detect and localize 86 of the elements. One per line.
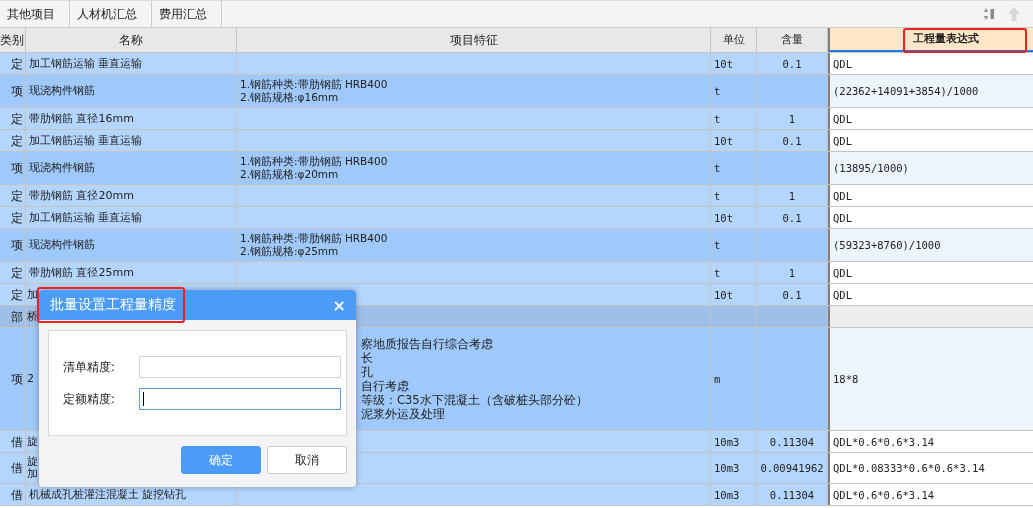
table-cell: 1	[788, 111, 796, 126]
table-cell: m	[714, 372, 721, 386]
table-cell: 定	[0, 207, 26, 228]
table-cell: 加工钢筋运输 垂直运输	[29, 133, 143, 148]
table-cell[interactable]: QDL	[828, 185, 1033, 206]
field-label: 清单精度:	[63, 358, 117, 376]
table-cell[interactable]: QDL*0.6*0.6*3.14	[828, 431, 1033, 452]
table-cell: 10t	[714, 210, 733, 225]
table-cell: 0.11304	[769, 487, 815, 502]
input-field[interactable]	[139, 356, 341, 378]
table-cell: 机械成孔桩灌注混凝土 旋挖钻孔	[29, 487, 187, 502]
table-cell: 项	[0, 152, 26, 184]
dialog-title: 批量设置工程量精度	[50, 296, 176, 314]
table-cell: 1	[788, 188, 796, 203]
table-cell: 加	[27, 288, 38, 301]
table-cell: 1.钢筋种类:带肋钢筋 HRB400 2.钢筋规格:φ16mm	[240, 78, 388, 104]
table-cell[interactable]: QDL	[828, 284, 1033, 305]
table-cell: 旋加	[27, 456, 38, 480]
table-cell: 10t	[714, 56, 733, 71]
table-cell: 现浇构件钢筋	[29, 84, 95, 98]
table-cell[interactable]: 18*8	[828, 328, 1033, 430]
table-cell: 定	[0, 53, 26, 74]
table-cell[interactable]: QDL	[828, 207, 1033, 228]
table-cell: t	[714, 188, 721, 203]
column-header[interactable]: 工程量表达式	[828, 28, 1033, 52]
table-cell: 定	[0, 130, 26, 151]
table-cell: 10t	[714, 133, 733, 148]
column-header[interactable]: 类别	[0, 28, 26, 52]
table-cell-text: 2	[27, 373, 35, 385]
table-cell: 0.00941962	[760, 461, 824, 475]
table-cell: 10m3	[714, 487, 740, 502]
cancel-button[interactable]: 取消	[267, 446, 347, 474]
table-cell[interactable]: QDL	[828, 130, 1033, 151]
table-cell[interactable]: (22362+14091+3854)/1000	[828, 75, 1033, 107]
column-header[interactable]: 项目特征	[237, 28, 711, 52]
table-cell: t	[714, 84, 721, 98]
table-cell: 1.钢筋种类:带肋钢筋 HRB400 2.钢筋规格:φ25mm	[240, 232, 388, 258]
table-cell: 10t	[714, 287, 733, 302]
table-cell[interactable]: (13895/1000)	[828, 152, 1033, 184]
table-cell: 1.钢筋种类:带肋钢筋 HRB400 2.钢筋规格:φ20mm	[240, 155, 388, 181]
table-cell: t	[714, 111, 721, 126]
table-cell[interactable]: QDL*0.08333*0.6*0.6*3.14	[828, 453, 1033, 483]
table-cell: 1	[788, 265, 796, 280]
table-cell: 0.11304	[769, 434, 815, 449]
table-cell: t	[714, 265, 721, 280]
field-label: 定额精度:	[63, 390, 117, 408]
table-cell: 现浇构件钢筋	[29, 161, 95, 175]
table-cell: 借	[0, 453, 26, 483]
table-cell: 加工钢筋运输 垂直运输	[29, 210, 143, 225]
table-cell: 部	[0, 306, 26, 327]
table-cell: 定	[0, 108, 26, 129]
table-cell: 0.1	[782, 56, 802, 71]
table-cell: 借	[0, 431, 26, 452]
table-cell: 项	[0, 75, 26, 107]
table-cell: 借	[0, 484, 26, 505]
table-cell: 定	[0, 185, 26, 206]
table-cell[interactable]: QDL	[828, 262, 1033, 283]
table-cell[interactable]: (59323+8760)/1000	[828, 229, 1033, 261]
sort-icon[interactable]	[983, 7, 995, 21]
table-cell: 项	[0, 229, 26, 261]
table-cell[interactable]	[828, 306, 1033, 327]
table-cell: 旋	[27, 435, 38, 448]
table-cell[interactable]: QDL	[828, 108, 1033, 129]
table-cell: 带肋钢筋 直径16mm	[29, 111, 134, 126]
input-field[interactable]	[139, 388, 341, 410]
table-cell[interactable]: QDL	[828, 53, 1033, 74]
table-cell: 定	[0, 284, 26, 305]
table-cell: 10m3	[714, 461, 740, 475]
table-cell: 项	[0, 328, 26, 430]
table-cell: t	[714, 238, 721, 252]
table-cell: 加工钢筋运输 垂直运输	[29, 56, 143, 71]
table-cell: 现浇构件钢筋	[29, 238, 95, 252]
table-cell: 桥	[27, 310, 38, 323]
table-cell: 0.1	[782, 287, 802, 302]
table-cell: t	[714, 161, 721, 175]
table-cell: 10m3	[714, 434, 740, 449]
table-cell: 定	[0, 262, 26, 283]
table-cell: 察地质报告自行综合考虑 长 孔 自行考虑 等级：C35水下混凝土（含破桩头部分砼） 泥浆外运及处理	[361, 337, 588, 421]
table-cell: 0.1	[782, 133, 802, 148]
up-arrow-icon[interactable]	[1007, 6, 1021, 22]
column-header[interactable]: 名称	[26, 28, 237, 52]
table-cell[interactable]: QDL*0.6*0.6*3.14	[828, 484, 1033, 505]
table-cell: 带肋钢筋 直径25mm	[29, 265, 134, 280]
table-cell: 0.1	[782, 210, 802, 225]
column-header[interactable]: 单位	[711, 28, 757, 52]
table-cell: 带肋钢筋 直径20mm	[29, 188, 134, 203]
